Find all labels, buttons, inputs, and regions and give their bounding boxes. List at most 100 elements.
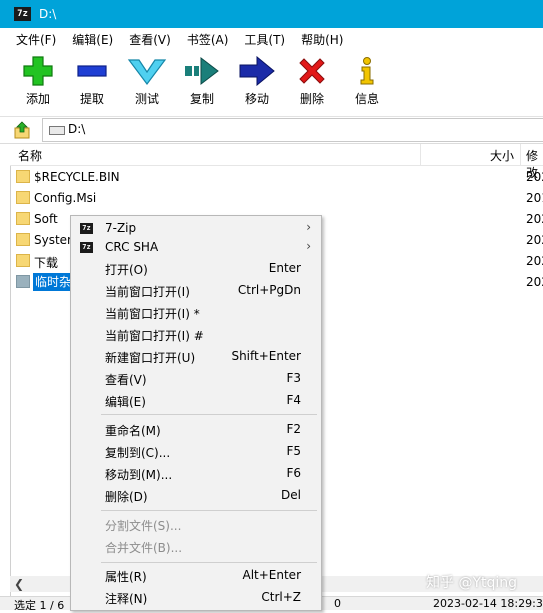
header-separator <box>520 144 521 165</box>
menu-item-open[interactable]: 打开(O) Enter <box>71 258 321 280</box>
info-label: 信息 <box>354 92 379 106</box>
delete-x-icon <box>299 58 325 84</box>
menu-item-shortcut: Alt+Enter <box>242 568 301 582</box>
menu-item-combine-files: 合并文件(B)... <box>71 536 321 558</box>
menu-item-open-inside[interactable]: 当前窗口打开(I) Ctrl+PgDn <box>71 280 321 302</box>
menu-edit[interactable]: 编辑(E) <box>72 31 113 48</box>
menu-view[interactable]: 查看(V) <box>129 31 171 48</box>
menu-item-label: CRC SHA <box>105 240 159 254</box>
file-name: 临时杂 <box>33 273 74 291</box>
drive-icon <box>49 126 65 135</box>
app-7zip-icon: 7z <box>80 223 93 234</box>
header-separator <box>420 144 421 165</box>
up-folder-button[interactable] <box>13 120 33 140</box>
delete-label: 删除 <box>299 92 324 106</box>
file-date: 202 <box>526 212 543 226</box>
menu-item-shortcut: Ctrl+Z <box>261 590 301 604</box>
menu-bookmarks[interactable]: 书签(A) <box>187 31 229 48</box>
menu-item-label: 7-Zip <box>105 221 137 235</box>
menu-item-label: 当前窗口打开(I) <box>105 285 190 299</box>
menu-item-open-inside-hash[interactable]: 当前窗口打开(I) # <box>71 324 321 346</box>
menu-item-label: 重命名(M) <box>105 424 161 438</box>
app-7zip-icon: 7z <box>14 7 31 21</box>
menu-item-copy-to[interactable]: 复制到(C)... F5 <box>71 441 321 463</box>
menu-item-shortcut: F5 <box>286 444 301 458</box>
file-date: 202 <box>526 170 543 184</box>
extract-label: 提取 <box>79 92 104 106</box>
menu-item-label: 注释(N) <box>105 592 148 606</box>
folder-icon <box>16 191 30 204</box>
folder-icon <box>16 212 30 225</box>
menu-item-label: 打开(O) <box>105 263 148 277</box>
menu-item-label: 复制到(C)... <box>105 446 171 460</box>
checkmark-icon <box>127 59 167 85</box>
left-pane-edge <box>0 144 11 596</box>
context-menu: 7z 7-Zip › 7z CRC SHA › 打开(O) Enter 当前窗口… <box>70 215 322 611</box>
menu-item-open-inside-star[interactable]: 当前窗口打开(I) * <box>71 302 321 324</box>
column-name[interactable]: 名称 <box>18 147 42 164</box>
menu-file[interactable]: 文件(F) <box>16 31 56 48</box>
info-icon <box>360 57 374 85</box>
menu-item-shortcut: Enter <box>268 261 301 275</box>
menu-help[interactable]: 帮助(H) <box>301 31 343 48</box>
menu-item-edit[interactable]: 编辑(E) F4 <box>71 390 321 412</box>
menu-item-view[interactable]: 查看(V) F3 <box>71 368 321 390</box>
file-date: 202 <box>526 254 543 268</box>
menu-item-rename[interactable]: 重命名(M) F2 <box>71 419 321 441</box>
copy-label: 复制 <box>189 92 214 106</box>
copy-arrow-icon <box>185 56 219 86</box>
folder-icon <box>16 233 30 246</box>
move-button[interactable]: 移动 <box>232 54 282 112</box>
menu-item-comment[interactable]: 注释(N) Ctrl+Z <box>71 587 321 609</box>
menu-item-shortcut: F3 <box>286 371 301 385</box>
menu-item-label: 属性(R) <box>105 570 147 584</box>
menu-item-shortcut: Del <box>281 488 301 502</box>
menu-item-label: 当前窗口打开(I) * <box>105 307 200 321</box>
toolbar: 添加 提取 测试 复制 移动 删除 信息 <box>0 50 543 117</box>
extract-button[interactable]: 提取 <box>67 54 117 112</box>
file-name: Soft <box>34 212 58 226</box>
file-row[interactable]: $RECYCLE.BIN 202 <box>16 167 543 187</box>
menu-separator <box>101 414 317 415</box>
folder-icon <box>16 275 30 288</box>
menu-item-label: 查看(V) <box>105 373 147 387</box>
menu-item-properties[interactable]: 属性(R) Alt+Enter <box>71 565 321 587</box>
move-arrow-icon <box>239 56 275 86</box>
menu-tools[interactable]: 工具(T) <box>244 31 285 48</box>
menu-item-label: 新建窗口打开(U) <box>105 351 196 365</box>
plus-icon <box>23 56 53 86</box>
menu-separator <box>101 562 317 563</box>
delete-button[interactable]: 删除 <box>287 54 337 112</box>
file-name: 下载 <box>34 256 59 270</box>
add-label: 添加 <box>25 92 50 106</box>
file-name: $RECYCLE.BIN <box>34 170 120 184</box>
file-date: 202 <box>526 233 543 247</box>
file-list-header: 名称 大小 修改 <box>10 144 543 180</box>
status-datetime: 2023-02-14 18:29:3 <box>433 597 543 610</box>
folder-icon <box>16 170 30 183</box>
menu-item-open-new-window[interactable]: 新建窗口打开(U) Shift+Enter <box>71 346 321 368</box>
menu-item-label: 移动到(M)... <box>105 468 173 482</box>
folder-icon <box>16 254 30 267</box>
watermark: 知乎 @Ytqing <box>426 575 518 591</box>
add-button[interactable]: 添加 <box>13 54 63 112</box>
scroll-left-icon[interactable]: ❮ <box>14 577 24 591</box>
menu-item-move-to[interactable]: 移动到(M)... F6 <box>71 463 321 485</box>
status-selected: 选定 1 / 6 <box>14 599 65 612</box>
status-size: 0 <box>334 597 341 610</box>
column-size[interactable]: 大小 <box>490 147 514 164</box>
test-button[interactable]: 测试 <box>122 54 172 112</box>
menu-item-shortcut: Ctrl+PgDn <box>237 283 301 297</box>
menu-item-label: 当前窗口打开(I) # <box>105 329 204 343</box>
folder-up-icon <box>14 121 30 139</box>
file-row[interactable]: Config.Msi 201 <box>16 188 543 208</box>
menu-item-crc-sha[interactable]: 7z CRC SHA › <box>71 237 321 259</box>
file-date: 202 <box>526 275 543 289</box>
app-7zip-icon: 7z <box>80 242 93 253</box>
menu-item-delete[interactable]: 删除(D) Del <box>71 485 321 507</box>
address-input[interactable]: D:\ <box>42 118 543 142</box>
menu-item-label: 编辑(E) <box>105 395 146 409</box>
menu-item-label: 合并文件(B)... <box>105 541 183 555</box>
info-button[interactable]: 信息 <box>342 54 392 112</box>
copy-button[interactable]: 复制 <box>177 54 227 112</box>
